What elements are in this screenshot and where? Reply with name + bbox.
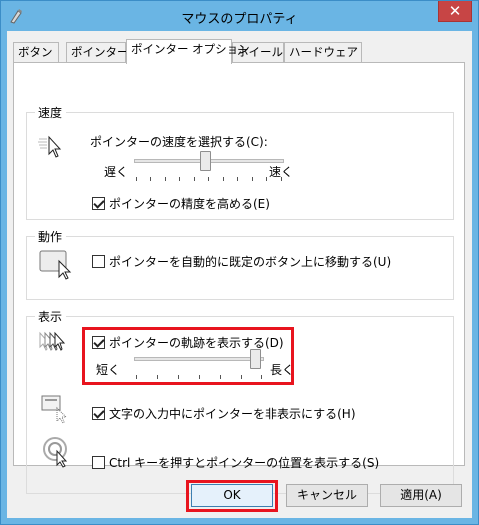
- cancel-button[interactable]: キャンセル: [286, 484, 368, 507]
- motion-group-title: 速度: [35, 104, 67, 121]
- pointer-speed-icon: [38, 134, 64, 163]
- window-title: マウスのプロパティ: [181, 12, 298, 27]
- speed-slider-ticks: [136, 177, 282, 181]
- tab-hardware[interactable]: ハードウェア: [284, 42, 362, 63]
- speed-label: ポインターの速度を選択する(C):: [90, 135, 268, 149]
- tab-pointers[interactable]: ポインター: [66, 42, 129, 63]
- long-label: 長く: [270, 363, 295, 377]
- speed-slider-thumb[interactable]: [200, 151, 211, 171]
- pointer-trails-icon: [38, 329, 68, 360]
- trails-slider-ticks: [136, 375, 262, 379]
- ctrl-locate-checkbox[interactable]: [92, 456, 105, 469]
- hide-pointer-icon: [40, 394, 70, 427]
- trails-slider-track[interactable]: [134, 357, 264, 361]
- ctrl-locate-label[interactable]: Ctrl キーを押すとポインターの位置を表示する(S): [109, 454, 379, 471]
- hide-while-typing-checkbox[interactable]: [92, 407, 105, 420]
- mouse-properties-window: マウスのプロパティ ✕ ボタン ポインター ポインター オプション ホイール ハ…: [0, 0, 479, 525]
- trails-slider-thumb[interactable]: [250, 349, 261, 369]
- tab-buttons[interactable]: ボタン: [13, 42, 59, 63]
- close-icon: ✕: [448, 2, 462, 20]
- visibility-group-title: 表示: [35, 308, 67, 325]
- snap-checkbox[interactable]: [92, 255, 105, 268]
- slow-label: 遅く: [104, 165, 129, 179]
- trails-checkbox[interactable]: [92, 336, 105, 349]
- pointer-options-page: 速度 ポインターの速度を選択する(C): 遅く 速く ポインターの精度を高める(…: [13, 62, 465, 494]
- precision-checkbox[interactable]: [92, 197, 105, 210]
- snap-to-button-icon: [39, 250, 75, 283]
- precision-label[interactable]: ポインターの精度を高める(E): [109, 195, 270, 212]
- title-bar[interactable]: マウスのプロパティ ✕: [1, 1, 478, 31]
- apply-button[interactable]: 適用(A): [380, 484, 462, 507]
- tab-pointer-options[interactable]: ポインター オプション: [126, 39, 250, 64]
- close-button[interactable]: ✕: [438, 1, 472, 22]
- dialog-client-area: ボタン ポインター ポインター オプション ホイール ハードウェア 速度 ポイン…: [7, 31, 472, 518]
- snap-label[interactable]: ポインターを自動的に既定のボタン上に移動する(U): [109, 253, 391, 270]
- ok-button[interactable]: OK: [191, 484, 273, 507]
- hide-while-typing-label[interactable]: 文字の入力中にポインターを非表示にする(H): [109, 405, 356, 422]
- snap-group-title: 動作: [35, 228, 67, 245]
- fast-label: 速く: [269, 165, 294, 179]
- tab-strip: ボタン ポインター ポインター オプション ホイール ハードウェア: [13, 39, 463, 64]
- locate-pointer-icon: [42, 436, 74, 471]
- short-label: 短く: [96, 363, 121, 377]
